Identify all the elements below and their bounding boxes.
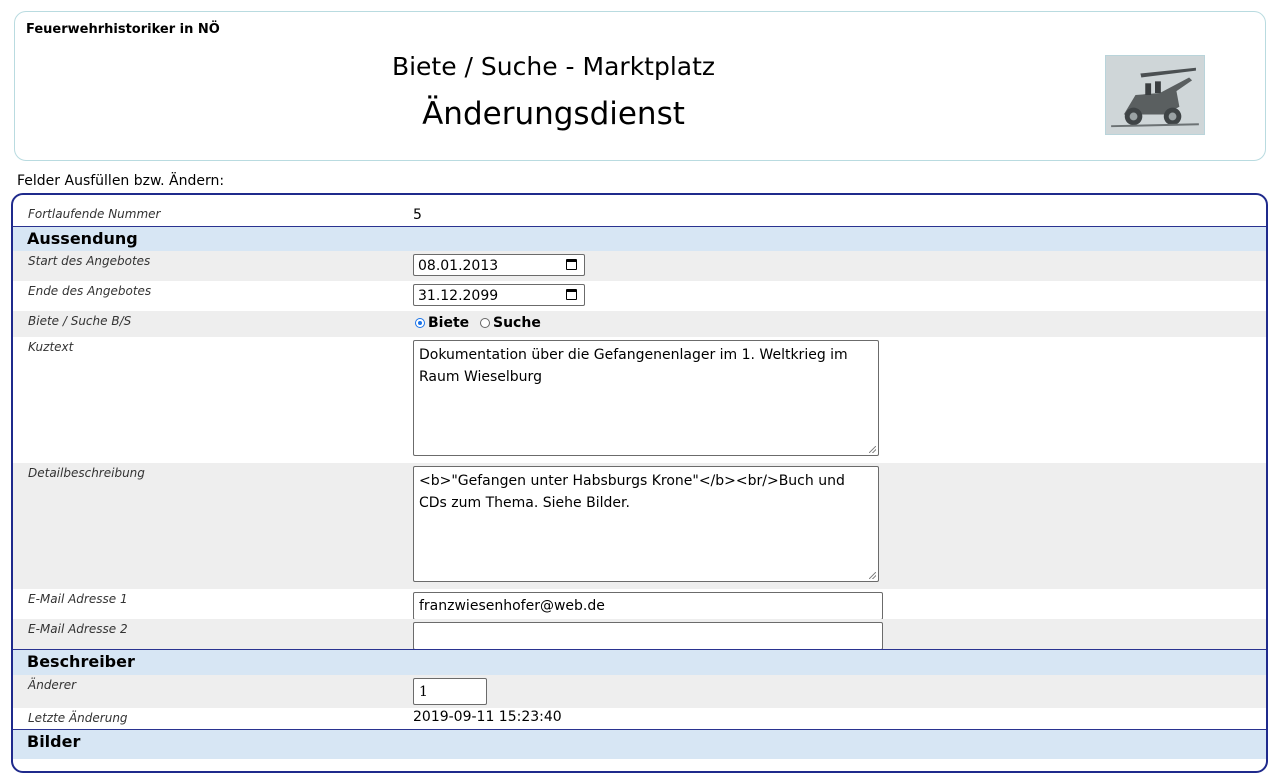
changer-input[interactable]: 1 <box>413 678 487 705</box>
resize-handle-icon[interactable] <box>869 446 876 453</box>
start-date-input[interactable]: 08.01.2013 <box>413 254 585 276</box>
radio-suche-label: Suche <box>493 315 541 331</box>
type-label: Biete / Suche B/S <box>28 314 132 328</box>
radio-selected-icon[interactable] <box>415 318 425 328</box>
end-date-input[interactable]: 31.12.2099 <box>413 284 585 306</box>
section-bilder: Bilder <box>13 729 1266 759</box>
radio-unselected-icon[interactable] <box>480 318 490 328</box>
page-subtitle: Änderungsdienst <box>422 96 685 132</box>
calendar-icon[interactable] <box>566 289 577 300</box>
row-type: Biete / Suche B/S Biete Suche <box>13 311 1266 337</box>
form-instructions: Felder Ausfüllen bzw. Ändern: <box>17 173 225 189</box>
number-value: 5 <box>413 207 422 223</box>
row-detail: Detailbeschreibung <b>"Gefangen unter Ha… <box>13 463 1266 589</box>
row-changer: Änderer 1 <box>13 675 1266 708</box>
email2-input[interactable] <box>413 622 883 650</box>
row-last-change: Letzte Änderung 2019-09-11 15:23:40 <box>13 708 1266 729</box>
calendar-icon[interactable] <box>566 259 577 270</box>
row-email2: E-Mail Adresse 2 <box>13 619 1266 650</box>
row-start: Start des Angebotes 08.01.2013 <box>13 251 1266 281</box>
last-change-label: Letzte Änderung <box>28 711 128 725</box>
row-shorttext: Kuztext Dokumentation über die Gefangene… <box>13 337 1266 463</box>
section-aussendung: Aussendung <box>13 226 1266 251</box>
resize-handle-icon[interactable] <box>869 572 876 579</box>
radio-biete[interactable]: Biete <box>415 315 469 331</box>
last-change-value: 2019-09-11 15:23:40 <box>413 709 562 725</box>
shorttext-label: Kuztext <box>28 340 74 354</box>
org-name: Feuerwehrhistoriker in NÖ <box>26 22 220 37</box>
email1-input[interactable]: franzwiesenhofer@web.de <box>413 592 883 620</box>
detail-value: <b>"Gefangen unter Habsburgs Krone"</b><… <box>419 473 845 511</box>
email1-label: E-Mail Adresse 1 <box>28 592 128 606</box>
row-end: Ende des Angebotes 31.12.2099 <box>13 281 1266 311</box>
row-email1: E-Mail Adresse 1 franzwiesenhofer@web.de <box>13 589 1266 620</box>
start-label: Start des Angebotes <box>28 254 151 268</box>
radio-biete-label: Biete <box>428 315 470 331</box>
shorttext-value: Dokumentation über die Gefangenenlager i… <box>419 347 848 385</box>
radio-suche[interactable]: Suche <box>480 315 541 331</box>
start-date-value: 08.01.2013 <box>418 258 499 274</box>
fire-engine-logo <box>1105 55 1205 135</box>
end-label: Ende des Angebotes <box>28 284 152 298</box>
edit-form: Fortlaufende Nummer 5 Aussendung Start d… <box>11 193 1268 773</box>
page-title: Biete / Suche - Marktplatz <box>391 52 716 81</box>
changer-label: Änderer <box>28 678 77 692</box>
page-header: Feuerwehrhistoriker in NÖ Biete / Suche … <box>14 11 1266 161</box>
email2-label: E-Mail Adresse 2 <box>28 622 128 636</box>
row-number: Fortlaufende Nummer 5 <box>13 204 1266 226</box>
number-label: Fortlaufende Nummer <box>28 207 161 221</box>
detail-label: Detailbeschreibung <box>28 466 145 480</box>
shorttext-textarea[interactable]: Dokumentation über die Gefangenenlager i… <box>413 340 879 456</box>
detail-textarea[interactable]: <b>"Gefangen unter Habsburgs Krone"</b><… <box>413 466 879 582</box>
end-date-value: 31.12.2099 <box>418 288 499 304</box>
section-beschreiber: Beschreiber <box>13 649 1266 675</box>
